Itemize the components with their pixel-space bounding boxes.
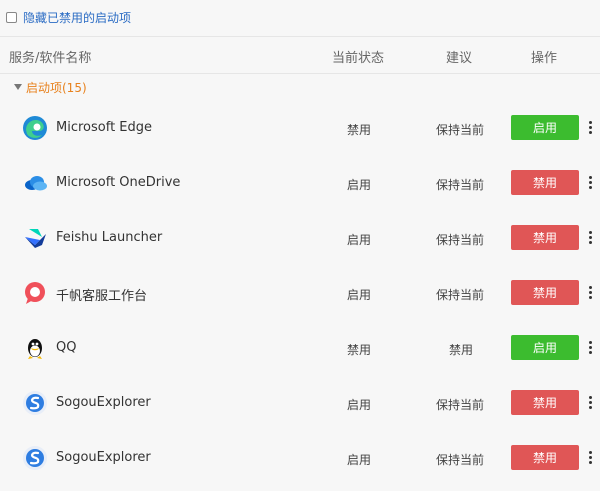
caret-down-icon — [14, 84, 22, 90]
app-name: 千帆客服工作台 — [56, 289, 148, 304]
more-options-icon[interactable] — [586, 229, 594, 247]
onedrive-icon — [25, 176, 47, 191]
app-name: Microsoft OneDrive — [56, 175, 181, 190]
header-advice: 建议 — [446, 51, 473, 66]
app-status: 禁用 — [347, 343, 372, 357]
disable-button[interactable]: 禁用 — [511, 225, 579, 250]
table-row: 千帆客服工作台 启用 保持当前 禁用 — [0, 266, 600, 321]
app-status: 启用 — [347, 233, 372, 247]
app-advice: 保持当前 — [436, 288, 485, 302]
app-name: Microsoft Edge — [56, 120, 153, 135]
qq-icon — [28, 339, 42, 359]
edge-icon — [23, 116, 47, 140]
table-row: Feishu Launcher 启用 保持当前 禁用 — [0, 211, 600, 266]
more-options-icon[interactable] — [586, 394, 594, 412]
table-row: QQ 禁用 禁用 启用 — [0, 321, 600, 376]
table-row: Microsoft OneDrive 启用 保持当前 禁用 — [0, 156, 600, 211]
app-name: QQ — [56, 340, 77, 355]
app-status: 启用 — [347, 453, 372, 467]
qianfan-icon — [25, 282, 45, 304]
group-label: 启动项(15) — [26, 80, 87, 95]
app-status: 启用 — [347, 288, 372, 302]
more-options-icon[interactable] — [586, 449, 594, 467]
options-bar: 隐藏已禁用的启动项 — [0, 0, 600, 34]
header-status: 当前状态 — [332, 51, 385, 66]
feishu-icon — [25, 229, 46, 248]
enable-button[interactable]: 启用 — [511, 115, 579, 140]
more-options-icon[interactable] — [586, 339, 594, 357]
app-name: SogouExplorer — [56, 395, 151, 410]
app-name: Feishu Launcher — [56, 230, 163, 245]
table-row: SogouExplorer 启用 保持当前 禁用 — [0, 376, 600, 431]
app-advice: 保持当前 — [436, 453, 485, 467]
app-advice: 保持当前 — [436, 233, 485, 247]
startup-group-toggle[interactable]: 启动项(15) — [14, 78, 87, 96]
app-status: 启用 — [347, 398, 372, 412]
app-advice: 保持当前 — [436, 398, 485, 412]
table-row: Microsoft Edge 禁用 保持当前 启用 — [0, 101, 600, 156]
disable-button[interactable]: 禁用 — [511, 390, 579, 415]
header-name: 服务/软件名称 — [9, 51, 92, 66]
app-advice: 保持当前 — [436, 123, 485, 137]
hide-disabled-label[interactable]: 隐藏已禁用的启动项 — [23, 9, 131, 26]
app-name: SogouExplorer — [56, 450, 151, 465]
table-row: SogouExplorer 启用 保持当前 禁用 — [0, 431, 600, 486]
more-options-icon[interactable] — [586, 284, 594, 302]
disable-button[interactable]: 禁用 — [511, 280, 579, 305]
sogou-icon — [23, 446, 47, 470]
more-options-icon[interactable] — [586, 174, 594, 192]
enable-button[interactable]: 启用 — [511, 335, 579, 360]
disable-button[interactable]: 禁用 — [511, 445, 579, 470]
table-header: 服务/软件名称 当前状态 建议 操作 — [0, 36, 600, 74]
sogou-icon — [23, 391, 47, 415]
header-action: 操作 — [531, 51, 558, 66]
app-advice: 保持当前 — [436, 178, 485, 192]
more-options-icon[interactable] — [586, 119, 594, 137]
app-status: 启用 — [347, 178, 372, 192]
app-advice: 禁用 — [449, 343, 474, 357]
hide-disabled-checkbox[interactable] — [6, 11, 17, 23]
app-status: 禁用 — [347, 123, 372, 137]
disable-button[interactable]: 禁用 — [511, 170, 579, 195]
